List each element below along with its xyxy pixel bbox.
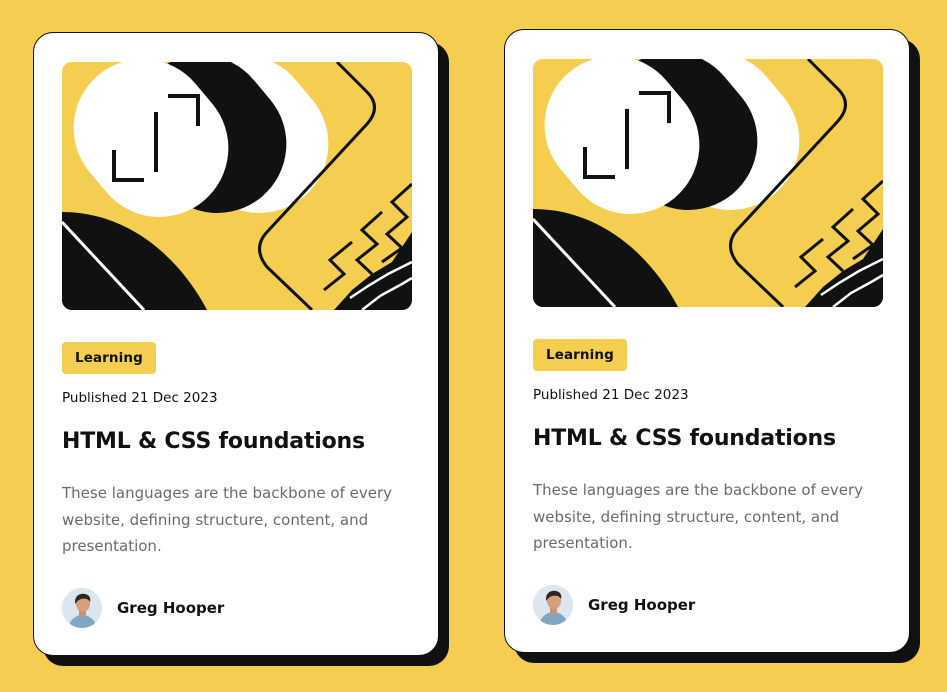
blog-preview-card: Learning Published 21 Dec 2023 HTML & CS… — [504, 29, 910, 653]
published-date: Published 21 Dec 2023 — [62, 390, 218, 406]
avatar-photo-icon — [533, 585, 573, 625]
card-title[interactable]: HTML & CSS foundations — [533, 426, 836, 451]
category-tag[interactable]: Learning — [62, 342, 156, 374]
published-date: Published 21 Dec 2023 — [533, 387, 689, 403]
illustration-image — [62, 62, 412, 310]
author: Greg Hooper — [533, 585, 695, 625]
blog-preview-card: Learning Published 21 Dec 2023 HTML & CS… — [33, 32, 439, 656]
card-description: These languages are the backbone of ever… — [533, 481, 863, 552]
author: Greg Hooper — [62, 588, 224, 628]
author-name: Greg Hooper — [588, 596, 696, 614]
illustration-image — [533, 59, 883, 307]
avatar-photo-icon — [62, 588, 102, 628]
category-tag[interactable]: Learning — [533, 339, 627, 371]
author-name: Greg Hooper — [117, 599, 225, 617]
card-description: These languages are the backbone of ever… — [62, 484, 392, 555]
card-title[interactable]: HTML & CSS foundations — [62, 429, 365, 454]
